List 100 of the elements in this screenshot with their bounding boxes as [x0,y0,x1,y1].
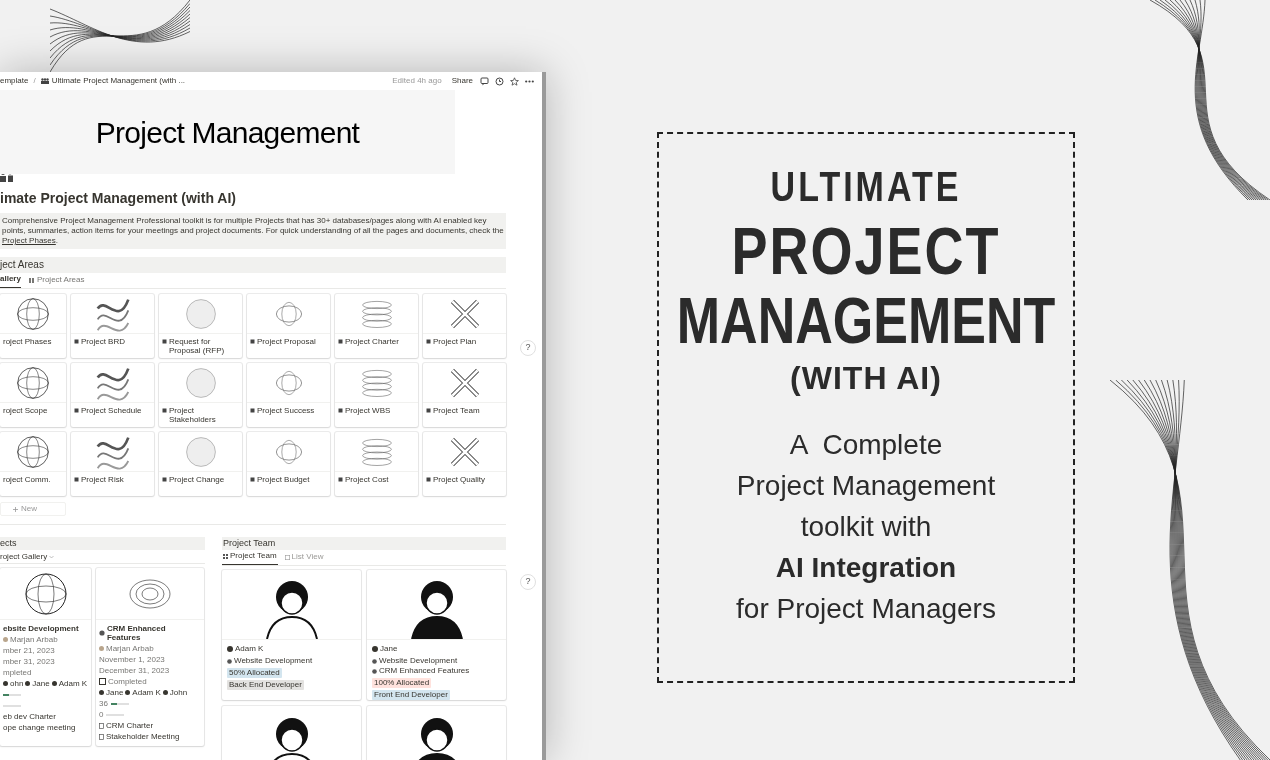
gallery-card[interactable]: Project Budget [247,432,330,496]
page-icon [250,339,255,344]
gallery-card[interactable]: Project WBS [335,363,418,427]
team-card[interactable] [222,706,361,760]
gallery-card[interactable]: Project Change [159,432,242,496]
chevron-down-icon [49,554,55,559]
status-label: mpleted [3,668,32,677]
gallery-card[interactable]: Project Plan [423,294,506,358]
tagline-text: Project Management [736,469,996,503]
card-title: Project BRD [81,337,125,346]
gallery-card[interactable]: Project Quality [423,432,506,496]
grid-icon [223,553,228,559]
checkbox[interactable] [99,678,106,685]
project-link[interactable]: Website Development [379,656,458,666]
person-name: Adam K [58,679,88,688]
tagline-text: A Complete [789,428,943,462]
gallery-card[interactable]: Project BRD [71,294,154,358]
list-icon [284,554,290,560]
tagline-text: toolkit with [800,510,932,544]
card-title: Project Quality [433,475,486,484]
linked-document[interactable]: eb dev Charter [3,712,56,721]
gallery-card[interactable]: Project Stakeholders [159,363,242,427]
tag: 100% Allocated [372,678,432,688]
star-icon [510,76,519,86]
card-title: Project Plan [433,337,477,346]
callout-link[interactable]: Project Phases [2,236,56,245]
wireframe-drawing [15,295,51,332]
gallery-card[interactable]: Project Schedule [71,363,154,427]
page-icon [338,339,343,344]
card-title: roject Scope [3,406,48,415]
avatar-icon [3,637,8,642]
card-title: roject Phases [3,337,52,346]
progress-value: 0 [99,710,104,719]
person-name: ohn [10,679,24,688]
person-name: Adam K [132,688,161,697]
tag: 50% Allocated [227,668,282,678]
linked-document[interactable]: CRM Charter [106,721,154,730]
view-selector[interactable]: roject Gallery [0,552,205,564]
view-tab[interactable]: Project Areas [28,274,85,288]
person-name: Jane [32,679,50,688]
gallery-card[interactable]: roject Phases [0,294,66,358]
card-title: Project Budget [257,475,310,484]
page-icon [426,339,431,344]
cover-title: Project Management [95,114,360,151]
project-link[interactable]: CRM Enhanced Features [379,666,470,676]
member-name: Adam K [235,644,264,654]
section-heading: ects [0,537,205,550]
team-card[interactable]: Jane Website Development CRM Enhanced Features 100% Allocated Front End Developer [367,570,506,700]
wireframe-drawing [15,433,51,470]
page-icon [338,477,343,482]
card-title: Request for Proposal (RFP) [169,337,226,355]
page-icon [250,408,255,413]
gallery-card[interactable]: Project Success [247,363,330,427]
team-card[interactable]: Adam K Website Development 50% Allocated Back End Developer [222,570,361,700]
callout-text: Comprehensive Project Management Professional toolkit is for multiple Projects that has 30+ databases/pages along with AI enabled key points, summaries, action items for your meetings and project documents. For quick understanding of all the pages and documents, check the Project Phases. [0,213,506,249]
wireframe-drawing [22,570,69,617]
comment-icon [480,76,489,86]
gallery-card[interactable]: roject Scope [0,363,66,427]
view-tab[interactable]: allery [0,273,21,288]
card-title: Project Proposal [257,337,316,346]
breadcrumb-link[interactable]: Ultimate Project Management (with ... [51,75,186,87]
breadcrumb-link[interactable]: emplate [0,75,29,87]
project-card[interactable]: ebsite Development Marjan Arbab mber 21, 2023 mber 31, 2023 mpleted ohn Jane Adam K eb dev Charter ope change meeting [0,568,91,746]
start-date: mber 21, 2023 [3,646,56,655]
gallery-card[interactable]: Request for Proposal (RFP) [159,294,242,358]
project-link[interactable]: Website Development [234,656,313,666]
help-button[interactable]: ? [520,340,536,356]
help-button[interactable]: ? [520,574,536,590]
gallery-card[interactable]: Project Team [423,363,506,427]
headline-line: ULTIMATE [770,161,962,212]
end-date: mber 31, 2023 [3,657,56,666]
tagline-text: AI Integration [775,551,957,585]
card-title: Project Success [257,406,315,415]
linked-document[interactable]: ope change meeting [3,723,76,732]
tag: Front End Developer [372,690,450,700]
gallery-card[interactable]: Project Risk [71,432,154,496]
page-icon [250,477,255,482]
linked-document[interactable]: Stakeholder Meeting [106,732,180,741]
people-icon [40,78,49,84]
progress-value: 36 [99,699,108,708]
owner-name: Marjan Arbab [106,644,154,653]
share-button[interactable]: Share [451,75,473,87]
card-title: Project Schedule [81,406,142,415]
project-title: ebsite Development [3,624,79,633]
end-date: December 31, 2023 [99,666,171,675]
page-icon [162,408,167,413]
page-icon [426,477,431,482]
project-card[interactable]: CRM Enhanced Features Marjan Arbab November 1, 2023 December 31, 2023 Completed Jane Adam K John 36 0 CRM Charter Stakeholder Meeting [96,568,204,746]
team-card[interactable] [367,706,506,760]
more-icon [525,79,534,83]
gallery-card[interactable]: Project Cost [335,432,418,496]
gallery-card[interactable]: Project Charter [335,294,418,358]
tagline-text: for Project Managers [736,592,996,626]
view-tab[interactable]: Project Team [222,550,278,565]
avatar-icon [99,646,104,651]
gallery-card[interactable]: roject Comm. [0,432,66,496]
gallery-card[interactable]: Project Proposal [247,294,330,358]
section-heading: ject Areas [0,257,506,273]
page-icon [162,477,167,482]
section-heading: Project Team [222,537,506,550]
